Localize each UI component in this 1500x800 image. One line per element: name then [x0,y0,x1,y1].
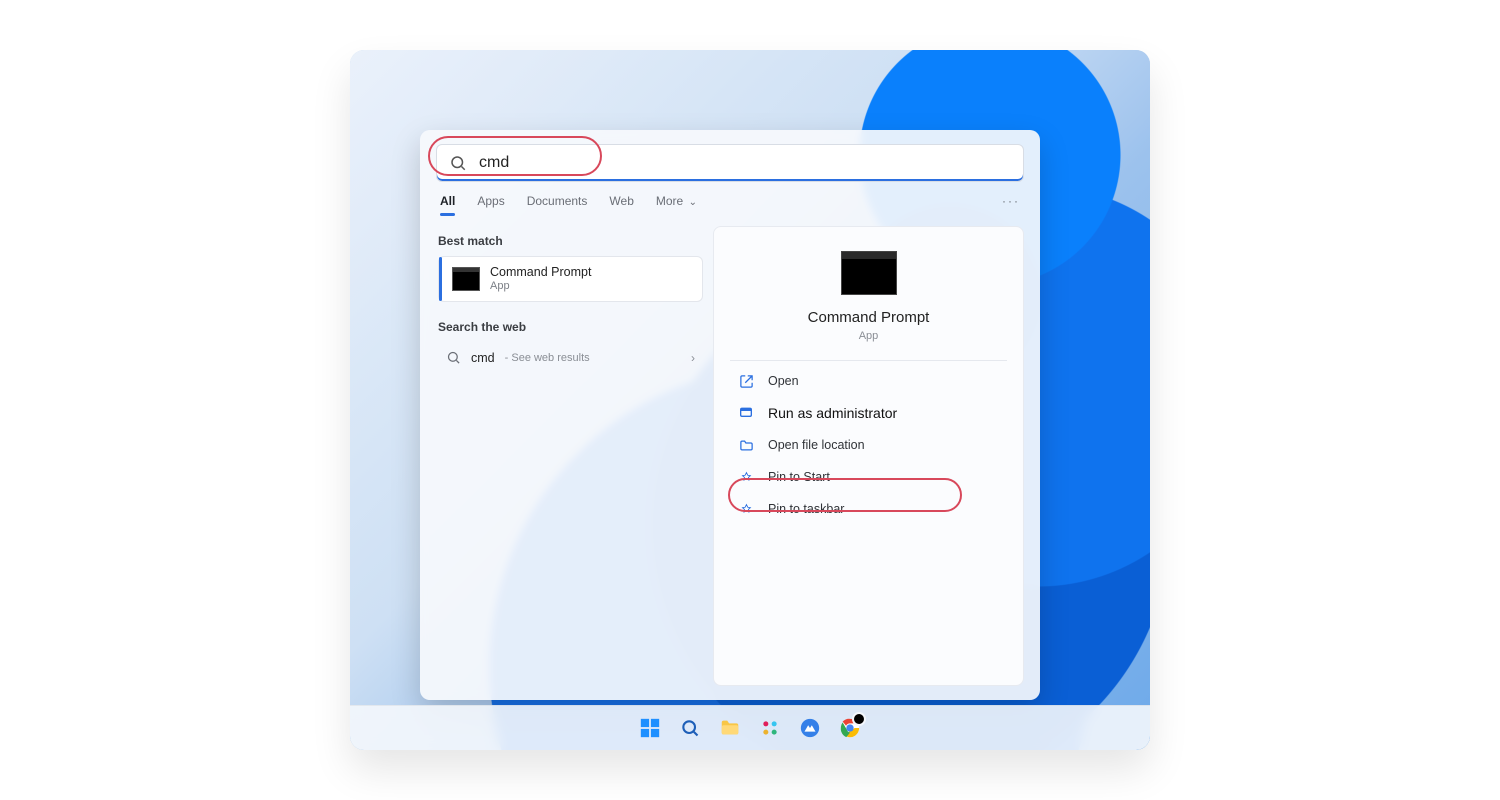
taskbar-slack-button[interactable] [754,712,786,744]
shield-icon [738,405,754,421]
web-search-hint: - See web results [505,352,590,364]
pin-icon [738,469,754,485]
action-open-file-location[interactable]: Open file location [732,429,1005,461]
action-open[interactable]: Open [732,365,1005,397]
best-match-item[interactable]: Command Prompt App [438,256,703,302]
tab-documents[interactable]: Documents [527,194,588,208]
action-label: Open [768,374,799,388]
preview-pane: Command Prompt App Open [713,226,1024,686]
action-label: Open file location [768,438,865,452]
tab-web[interactable]: Web [609,194,633,208]
search-the-web-heading: Search the web [438,320,703,334]
action-run-as-administrator[interactable]: Run as administrator [732,397,1005,429]
taskbar-file-explorer-button[interactable] [714,712,746,744]
results-column: Best match Command Prompt App Search the… [420,216,703,700]
chevron-right-icon: › [691,351,695,365]
action-label: Pin to Start [768,470,830,484]
taskbar [350,705,1150,750]
action-label: Pin to taskbar [768,502,844,516]
action-pin-to-start[interactable]: Pin to Start [732,461,1005,493]
open-icon [738,373,754,389]
search-icon [446,350,461,365]
tab-all[interactable]: All [440,194,455,208]
tab-apps[interactable]: Apps [477,194,504,208]
search-icon [449,154,467,172]
more-options-button[interactable]: ··· [1002,194,1020,208]
command-prompt-icon [452,267,480,291]
action-pin-to-taskbar[interactable]: Pin to taskbar [732,493,1005,525]
start-search-panel: All Apps Documents Web More ⌄ ··· Best m… [420,130,1040,700]
best-match-subtitle: App [490,280,591,293]
preview-title: Command Prompt [808,309,930,326]
taskbar-nordvpn-button[interactable] [794,712,826,744]
search-bar[interactable] [436,144,1024,182]
preview-subtitle: App [859,330,879,342]
desktop-screenshot: All Apps Documents Web More ⌄ ··· Best m… [350,50,1150,750]
taskbar-chrome-button[interactable] [834,712,866,744]
search-filter-tabs: All Apps Documents Web More ⌄ ··· [420,182,1040,216]
best-match-heading: Best match [438,234,703,248]
notification-badge-icon [852,712,866,726]
folder-icon [738,437,754,453]
taskbar-search-button[interactable] [674,712,706,744]
action-label: Run as administrator [768,405,897,421]
taskbar-start-button[interactable] [634,712,666,744]
best-match-title: Command Prompt [490,265,591,280]
tab-more[interactable]: More ⌄ [656,194,697,208]
command-prompt-icon [841,251,897,295]
search-input[interactable] [477,153,1011,173]
divider [730,360,1007,361]
chevron-down-icon: ⌄ [689,197,697,208]
web-search-query: cmd [471,351,495,365]
pin-icon [738,501,754,517]
web-search-item[interactable]: cmd - See web results › [438,342,703,373]
selection-indicator [439,257,442,301]
